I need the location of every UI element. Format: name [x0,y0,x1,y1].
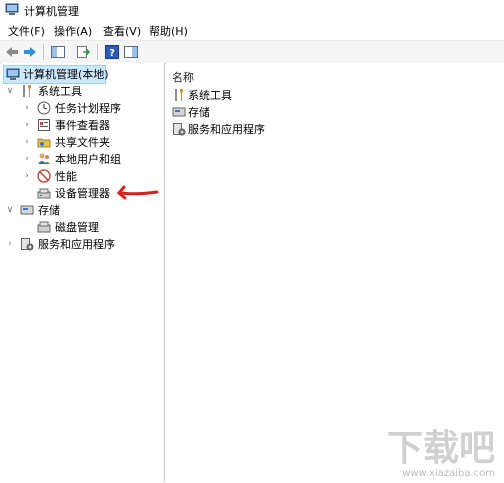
list-item[interactable]: 系统工具 [166,87,466,104]
menu-help[interactable]: 帮助(H) [149,23,188,39]
device-manager-icon [37,188,51,199]
tree-label: 设备管理器 [55,187,110,200]
tree-item-disk-management[interactable]: 磁盘管理 [1,219,161,236]
clock-icon [37,101,51,115]
tree-label: 性能 [55,170,77,183]
performance-icon [37,169,51,183]
computer-management-icon [5,3,19,15]
tree-label: 服务和应用程序 [38,238,115,251]
event-viewer-icon [38,119,50,131]
storage-icon [20,205,34,215]
tree-root-label: 计算机管理(本地) [23,68,109,81]
tree-label: 本地用户和组 [55,153,121,166]
chevron-right-icon[interactable]: › [22,117,32,134]
watermark-text: 下载吧 [387,428,495,469]
storage-icon [172,107,186,117]
watermark: 下载吧 www.xiazaiba.com [387,428,495,479]
chevron-right-icon[interactable]: › [5,236,15,253]
show-hide-tree-icon[interactable] [50,44,66,60]
tree-label: 存储 [38,204,60,217]
tree-label: 磁盘管理 [55,221,99,234]
services-icon [173,123,186,136]
watermark-url: www.xiazaiba.com [402,468,495,479]
menu-action[interactable]: 操作(A) [54,23,92,39]
tree-label: 系统工具 [38,85,82,98]
tree-item-storage[interactable]: ∨ 存储 [1,202,161,219]
toolbar: ? [0,40,504,64]
title-bar: 计算机管理 [0,0,504,21]
toolbar-separator [43,44,44,60]
toolbar-separator [97,44,98,60]
list-item[interactable]: 服务和应用程序 [166,121,466,138]
column-header-name[interactable]: 名称 [172,69,194,85]
menu-file[interactable]: 文件(F) [8,23,45,39]
list-item[interactable]: 存储 [166,104,466,121]
chevron-right-icon[interactable]: › [22,168,32,185]
list-item-label: 存储 [188,106,210,119]
window-title: 计算机管理 [24,5,79,18]
show-action-pane-icon[interactable] [123,44,139,60]
tree-label: 任务计划程序 [55,102,121,115]
menu-bar: 文件(F) 操作(A) 查看(V) 帮助(H) [0,20,504,40]
tree-item-event-viewer[interactable]: › 事件查看器 [1,117,161,134]
chevron-right-icon[interactable]: › [22,100,32,117]
shared-folder-icon [37,138,51,148]
chevron-right-icon[interactable]: › [22,134,32,151]
list-item-label: 系统工具 [188,89,232,102]
tree-item-task-scheduler[interactable]: › 任务计划程序 [1,100,161,117]
annotation-arrow [116,185,159,200]
tools-icon [175,89,183,101]
tree-item-local-users-groups[interactable]: › 本地用户和组 [1,151,161,168]
help-icon[interactable]: ? [104,44,120,60]
chevron-down-icon[interactable]: ∨ [5,83,15,100]
chevron-down-icon[interactable]: ∨ [5,202,15,219]
tree-item-shared-folders[interactable]: › 共享文件夹 [1,134,161,151]
list-item-label: 服务和应用程序 [188,123,265,136]
tree-item-services-applications[interactable]: › 服务和应用程序 [1,236,161,253]
tools-icon [23,85,31,97]
menu-view[interactable]: 查看(V) [103,23,141,39]
disk-management-icon [37,221,51,233]
tree-label: 共享文件夹 [55,136,110,149]
tree-label: 事件查看器 [55,119,110,132]
navigation-tree: 计算机管理(本地) ∨ 系统工具 › 任务计划程序 › 事件查看器 › 共享文件… [1,63,165,482]
help-glyph: ? [109,48,115,59]
back-arrow-icon[interactable] [4,44,20,60]
tree-item-system-tools[interactable]: ∨ 系统工具 [1,83,161,100]
services-icon [21,238,34,251]
forward-arrow-icon[interactable] [22,44,38,60]
computer-management-icon [6,68,20,80]
export-list-icon[interactable] [75,44,91,60]
tree-root-computer-management[interactable]: 计算机管理(本地) [3,65,109,84]
chevron-right-icon[interactable]: › [22,151,32,168]
users-icon [38,153,50,164]
